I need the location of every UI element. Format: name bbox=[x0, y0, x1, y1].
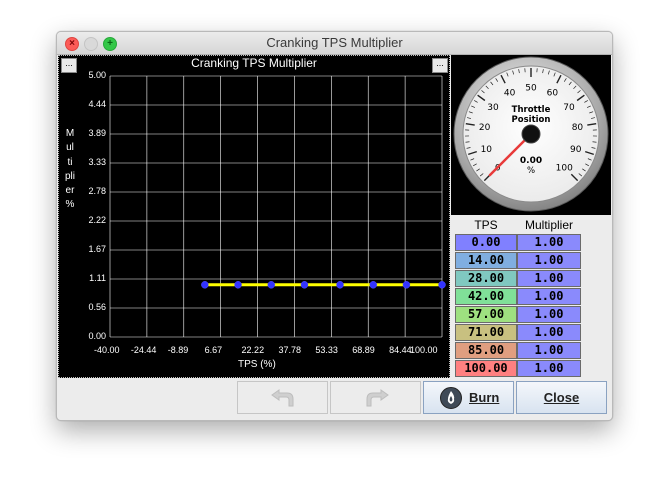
tps-cell[interactable]: 71.00 bbox=[455, 324, 517, 341]
gauge-scale-label: 30 bbox=[487, 103, 499, 113]
gauge-unit: % bbox=[527, 166, 535, 176]
gauge-scale-label: 90 bbox=[570, 145, 582, 155]
data-point bbox=[267, 281, 276, 289]
x-axis-label: TPS (%) bbox=[238, 359, 276, 370]
undo-button[interactable] bbox=[237, 381, 328, 414]
multiplier-cell[interactable]: 1.00 bbox=[517, 288, 581, 305]
burn-button-label: Burn bbox=[469, 390, 500, 405]
redo-arrow-icon bbox=[366, 389, 389, 407]
data-point bbox=[300, 281, 309, 289]
dialog-window: × + Cranking TPS Multiplier ... Cranking… bbox=[56, 31, 613, 421]
multiplier-cell[interactable]: 1.00 bbox=[517, 324, 581, 341]
tps-cell[interactable]: 28.00 bbox=[455, 270, 517, 287]
data-point bbox=[438, 281, 446, 289]
data-point bbox=[369, 281, 377, 289]
gauge-scale-label: 10 bbox=[481, 145, 493, 155]
window-title: Cranking TPS Multiplier bbox=[266, 35, 403, 50]
gauge-scale-label: 80 bbox=[572, 123, 584, 133]
tps-cell[interactable]: 0.00 bbox=[455, 234, 517, 251]
redo-button[interactable] bbox=[330, 381, 421, 414]
gauge-minor-tick bbox=[465, 141, 470, 143]
data-point bbox=[336, 281, 344, 289]
data-point bbox=[402, 281, 411, 289]
close-button-label: Close bbox=[543, 390, 580, 405]
tps-cell[interactable]: 14.00 bbox=[455, 252, 517, 269]
close-button[interactable]: Close bbox=[516, 381, 607, 414]
data-point bbox=[201, 281, 209, 289]
column-header-multiplier: Multiplier bbox=[524, 218, 573, 232]
gauge-title-line2: Position bbox=[512, 115, 551, 125]
gauge-panel: 0102030405060708090100ThrottlePosition0.… bbox=[451, 55, 611, 215]
gauge-scale-label: 20 bbox=[479, 123, 491, 133]
flame-icon bbox=[440, 387, 462, 409]
tps-cell[interactable]: 42.00 bbox=[455, 288, 517, 305]
tps-cell[interactable]: 57.00 bbox=[455, 306, 517, 323]
burn-button[interactable]: Burn bbox=[423, 381, 514, 414]
gauge-scale-label: 50 bbox=[525, 84, 537, 94]
undo-arrow-icon bbox=[271, 389, 294, 407]
gauge-minor-tick bbox=[592, 141, 597, 143]
gauge-scale-label: 70 bbox=[563, 103, 575, 113]
multiplier-cell[interactable]: 1.00 bbox=[517, 306, 581, 323]
plot-area[interactable] bbox=[58, 55, 450, 378]
multiplier-cell[interactable]: 1.00 bbox=[517, 342, 581, 359]
gauge-scale-label: 40 bbox=[504, 89, 516, 99]
gauge-title-line1: Throttle bbox=[512, 105, 551, 115]
multiplier-cell[interactable]: 1.00 bbox=[517, 234, 581, 251]
multiplier-cell[interactable]: 1.00 bbox=[517, 252, 581, 269]
multiplier-cell[interactable]: 1.00 bbox=[517, 270, 581, 287]
tps-cell[interactable]: 85.00 bbox=[455, 342, 517, 359]
gauge-value: 0.00 bbox=[520, 156, 542, 166]
throttle-position-gauge: 0102030405060708090100ThrottlePosition0.… bbox=[453, 56, 609, 212]
gauge-scale-label: 100 bbox=[556, 164, 573, 174]
title-bar: × + Cranking TPS Multiplier bbox=[57, 32, 612, 55]
tps-cell[interactable]: 100.00 bbox=[455, 360, 517, 377]
multiplier-cell[interactable]: 1.00 bbox=[517, 360, 581, 377]
gauge-hub bbox=[521, 124, 541, 144]
data-point bbox=[234, 281, 242, 289]
column-header-tps: TPS bbox=[474, 218, 498, 232]
button-bar: Burn Close bbox=[57, 379, 612, 420]
gauge-scale-label: 60 bbox=[547, 89, 559, 99]
chart-panel: ... Cranking TPS Multiplier ... Multipli… bbox=[58, 55, 450, 378]
table-panel: TPS Multiplier 0.00 1.00 14.00 1.00 28.00 1.0… bbox=[451, 216, 611, 378]
